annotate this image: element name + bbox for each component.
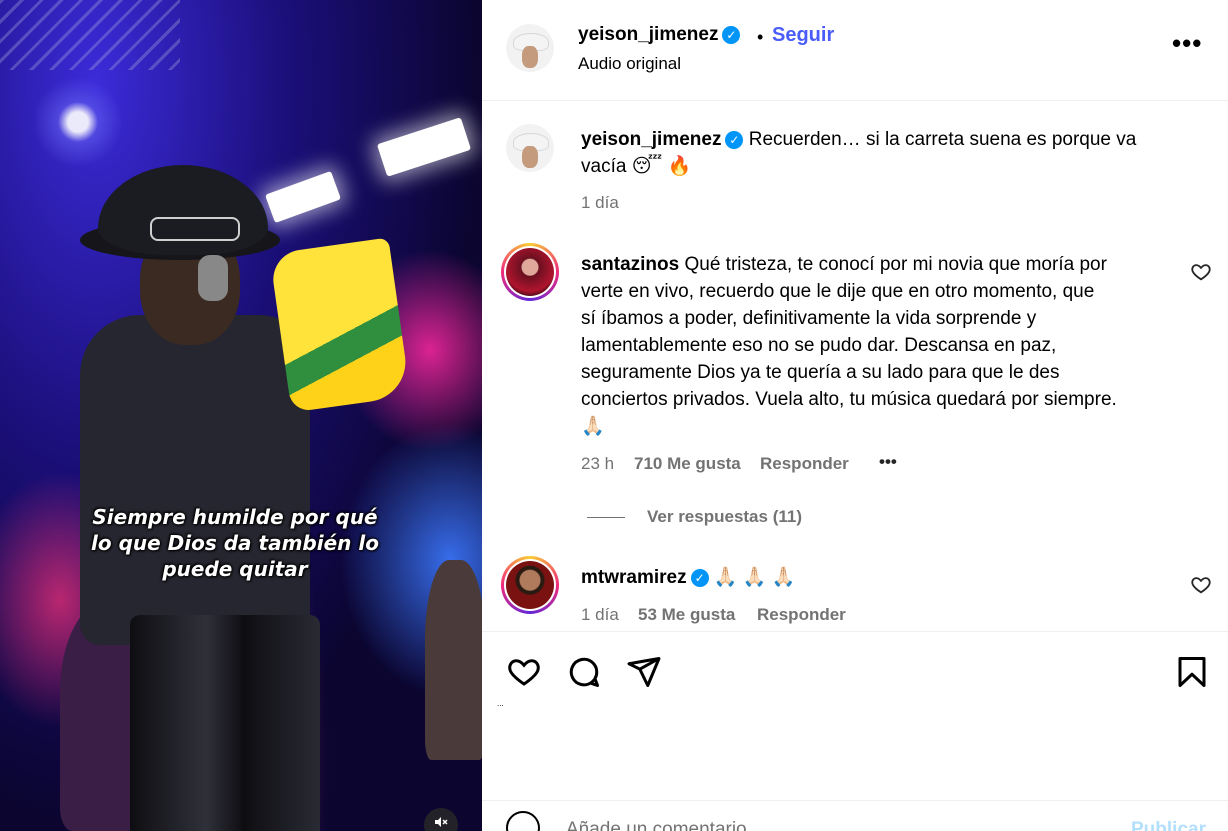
add-comment-bar: Añade un comentario... Publicar bbox=[482, 800, 1228, 831]
comment-input[interactable]: Añade un comentario... bbox=[566, 819, 762, 831]
action-bar: ... bbox=[482, 631, 1228, 711]
avatar bbox=[506, 561, 554, 609]
comment-username[interactable]: santazinos bbox=[581, 254, 679, 275]
stage-truss bbox=[0, 0, 180, 70]
caption-line: Siempre humilde por qué bbox=[92, 505, 378, 529]
comment-line: conciertos privados. Vuela alto, tu músi… bbox=[581, 389, 1117, 410]
emoji-icon[interactable] bbox=[506, 811, 540, 831]
comment-likes[interactable]: 710 Me gusta bbox=[634, 454, 741, 474]
more-options-button[interactable]: ••• bbox=[1172, 28, 1202, 59]
post-caption: yeison_jimenez ✓ Recuerden… si la carreta… bbox=[581, 126, 1201, 180]
like-comment-heart-icon[interactable] bbox=[1190, 574, 1212, 596]
caption-time: 1 día bbox=[581, 193, 619, 212]
verified-badge-icon: ✓ bbox=[722, 26, 741, 44]
comment-line: sí íbamos a poder, definitivamente la vi… bbox=[581, 308, 1037, 329]
video-caption: Siempre humilde por qué lo que Dios da t… bbox=[60, 504, 410, 582]
avatar[interactable] bbox=[506, 24, 554, 72]
singer-figure bbox=[80, 165, 411, 831]
avatar bbox=[506, 248, 554, 296]
save-bookmark-icon[interactable] bbox=[1174, 654, 1210, 690]
story-ring[interactable] bbox=[501, 243, 559, 301]
verified-badge-icon: ✓ bbox=[725, 131, 744, 149]
view-replies-button[interactable]: Ver respuestas (11) bbox=[647, 507, 802, 527]
comment-line: seguramente Dios ya te quería a su lado … bbox=[581, 362, 1060, 383]
post-header: yeison_jimenez ✓ • Seguir Audio original … bbox=[482, 0, 1228, 101]
comment-text: mtwramirez ✓ 🙏🏻 🙏🏻 🙏🏻 bbox=[581, 564, 1181, 591]
separator-dot: • bbox=[757, 27, 764, 47]
reply-button[interactable]: Responder bbox=[760, 454, 849, 474]
comment-line: 🙏🏻 bbox=[581, 416, 605, 437]
verified-badge-icon: ✓ bbox=[690, 569, 709, 587]
avatar[interactable] bbox=[506, 124, 554, 172]
comment-time: 23 h bbox=[581, 454, 615, 473]
reply-button[interactable]: Responder bbox=[757, 605, 846, 625]
comment-username[interactable]: mtwramirez bbox=[581, 567, 687, 588]
tiny-text: ... bbox=[497, 699, 504, 708]
comment-likes[interactable]: 53 Me gusta bbox=[638, 605, 735, 625]
publish-button[interactable]: Publicar bbox=[1131, 819, 1206, 831]
comment-text: santazinos Qué tristeza, te conocí por m… bbox=[581, 251, 1191, 440]
comments-list[interactable]: yeison_jimenez ✓ Recuerden… si la carreta… bbox=[482, 101, 1228, 631]
caption-line: lo que Dios da también lo bbox=[91, 531, 379, 555]
like-comment-heart-icon[interactable] bbox=[1190, 261, 1212, 283]
comment-line: Qué tristeza, te conocí por mi novia que… bbox=[684, 254, 1107, 275]
reel-video[interactable]: Siempre humilde por qué lo que Dios da t… bbox=[0, 0, 482, 831]
follow-button[interactable]: Seguir bbox=[772, 24, 834, 47]
replies-divider bbox=[587, 517, 625, 518]
like-heart-icon[interactable] bbox=[506, 654, 542, 690]
caption-username[interactable]: yeison_jimenez bbox=[581, 129, 721, 150]
speaker-muted-icon bbox=[435, 817, 448, 827]
username-text[interactable]: yeison_jimenez bbox=[578, 24, 718, 45]
author-username[interactable]: yeison_jimenez ✓ bbox=[578, 24, 741, 46]
caption-text: Recuerden… si la carreta suena es porque… bbox=[748, 129, 1137, 150]
comment-line: 🙏🏻 🙏🏻 🙏🏻 bbox=[713, 567, 796, 588]
comment-options-button[interactable]: ••• bbox=[879, 452, 897, 472]
caption-text: vacía 😴 🔥 bbox=[581, 156, 692, 177]
caption-line: puede quitar bbox=[162, 557, 308, 581]
crowd-person bbox=[425, 560, 482, 760]
story-ring[interactable] bbox=[501, 556, 559, 614]
comment-line: lamentablemente eso no se pudo dar. Desc… bbox=[581, 335, 1057, 356]
share-paper-plane-icon[interactable] bbox=[626, 654, 662, 690]
comment-time: 1 día bbox=[581, 605, 619, 624]
post-panel: yeison_jimenez ✓ • Seguir Audio original … bbox=[482, 0, 1228, 831]
comment-bubble-icon[interactable] bbox=[566, 654, 602, 690]
comment-line: verte en vivo, recuerdo que le dije que … bbox=[581, 281, 1095, 302]
audio-link[interactable]: Audio original bbox=[578, 54, 681, 74]
